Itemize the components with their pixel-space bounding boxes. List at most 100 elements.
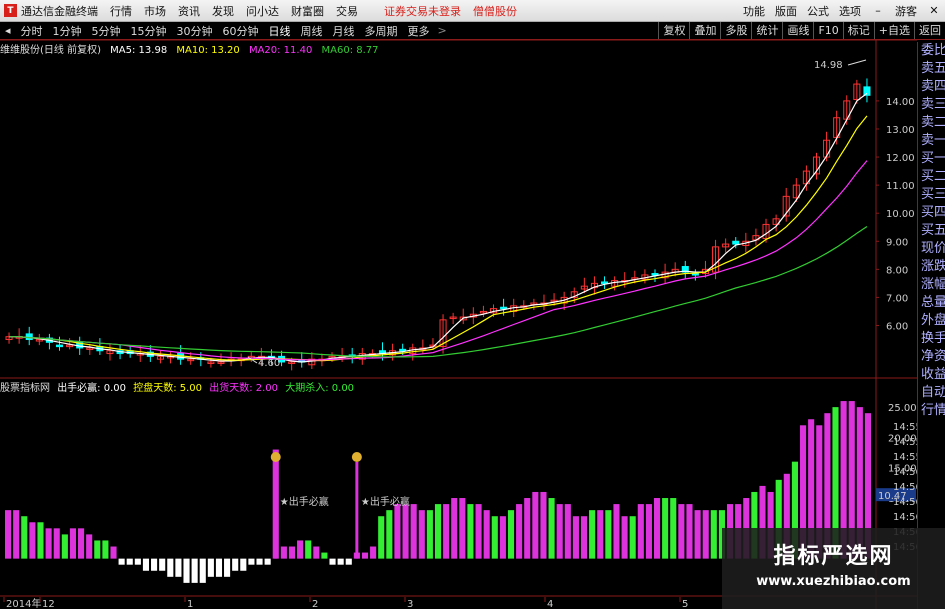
indicator-bar	[386, 510, 393, 559]
indicator-bar	[589, 510, 596, 559]
side-panel-item[interactable]: 净资	[918, 348, 945, 366]
ma20-line	[9, 160, 868, 361]
indicator-bar	[29, 522, 36, 559]
ma20-value: MA20: 11.40	[248, 45, 313, 56]
price-axis-label: 9.00	[886, 237, 908, 248]
time-list-item: 14:56	[893, 467, 917, 478]
indicator-bar	[459, 498, 466, 559]
side-panel-item[interactable]: 总量	[918, 294, 945, 312]
date-axis-label: 2014年	[6, 597, 41, 609]
indicator-bar	[597, 510, 604, 559]
time-list-item: 14:56	[893, 497, 917, 508]
money-bag-icon	[270, 452, 281, 462]
indicator-bar	[118, 558, 125, 565]
ma60-value: MA60: 8.77	[321, 45, 379, 56]
side-panel-item[interactable]: 卖四	[918, 78, 945, 96]
ma5-value: MA5: 13.98	[110, 45, 168, 56]
side-panel-item[interactable]: 涨跌	[918, 258, 945, 276]
side-panel-item[interactable]: 买一	[918, 150, 945, 168]
indicator-bar	[86, 534, 93, 559]
indicator-bar	[451, 498, 458, 559]
indicator-bar	[53, 528, 60, 559]
indicator-bar	[280, 546, 287, 559]
return-button[interactable]: 返回	[914, 22, 945, 39]
time-list-item: 14:55	[893, 452, 917, 463]
side-panel-item[interactable]: 收益	[918, 366, 945, 384]
side-panel-item[interactable]: 外盘	[918, 312, 945, 330]
price-axis-label: 10.00	[886, 209, 915, 220]
indicator-bar	[613, 504, 620, 559]
price-axis-label: 6.00	[886, 321, 908, 332]
price-axis-label: 11.00	[886, 181, 915, 192]
side-panel-item[interactable]: 自动	[918, 384, 945, 402]
indicator-bar	[394, 504, 401, 559]
indicator-bar	[151, 558, 158, 571]
indicator-bar	[102, 540, 109, 559]
indicator-bar	[572, 516, 579, 559]
indicator-bar	[321, 552, 328, 559]
indicator-bar	[686, 504, 693, 559]
indicator-bar	[159, 558, 166, 571]
indicator-bar	[370, 546, 377, 559]
side-panel-item[interactable]: 卖二	[918, 114, 945, 132]
indicator-bar	[653, 498, 661, 559]
side-panel-item[interactable]: 买四	[918, 204, 945, 222]
indicator-bar	[361, 552, 369, 559]
indicator-bar	[142, 558, 150, 571]
side-panel-item[interactable]: 买三	[918, 186, 945, 204]
time-list-item: 14:55	[893, 422, 917, 433]
side-panel-item[interactable]: 卖五	[918, 60, 945, 78]
indicator-bar	[499, 516, 506, 559]
indicator-bar	[191, 558, 198, 583]
stock-name: 维维股份(日线 前复权)	[0, 45, 101, 56]
side-panel-item[interactable]: 委比	[918, 42, 945, 60]
indicator-bar	[248, 558, 255, 565]
side-panel-item[interactable]: 行情	[918, 402, 945, 420]
indicator-bar	[256, 558, 263, 565]
watermark-url: www.xuezhibiao.com	[756, 574, 911, 589]
indicator-bar	[313, 546, 320, 559]
side-panel-item[interactable]: 卖一	[918, 132, 945, 150]
indicator-bar	[507, 510, 515, 559]
indicator-bar	[418, 510, 425, 559]
indicator-bar	[483, 510, 490, 559]
indicator-bar	[305, 540, 312, 559]
candle-body	[500, 306, 508, 310]
side-panel-item[interactable]: 卖三	[918, 96, 945, 114]
indicator-bar	[629, 516, 636, 559]
indicator-bar	[621, 516, 628, 559]
side-panel-item[interactable]: 买二	[918, 168, 945, 186]
indicator-bar	[215, 558, 223, 577]
indicator-bar	[199, 558, 206, 583]
indicator-bar	[110, 546, 117, 559]
indicator-bar	[378, 516, 385, 559]
indicator-bar	[183, 558, 190, 583]
indicator-bar	[426, 510, 433, 559]
indicator-v3: 出货天数: 2.00	[209, 383, 279, 394]
side-panel-item[interactable]: 换手	[918, 330, 945, 348]
high-price-pointer	[847, 59, 867, 66]
indicator-bar	[580, 516, 588, 559]
candle-body	[651, 273, 659, 276]
indicator-bar	[710, 510, 717, 559]
indicator-bar	[345, 558, 352, 565]
side-panel-item[interactable]: 涨幅	[918, 276, 945, 294]
signal-label: ★出手必赢	[361, 495, 410, 508]
indicator-bar	[207, 558, 214, 577]
indicator-bar	[69, 528, 77, 559]
ma10-value: MA10: 13.20	[176, 45, 240, 56]
quote-side-panel: 委比 卖五 卖四 卖三 卖二 卖一 买一 买二 买三 买四 买五 现价 涨跌 涨幅 总量 外盘 换手 净资 收益 自动…	[917, 42, 945, 609]
chart-canvas[interactable]: 14.00 13.00 12.00 11.00 10.00 9.00 8.00 7.00 6.0…	[0, 0, 917, 609]
indicator-bar	[670, 498, 677, 559]
price-axis-label: 8.00	[886, 265, 908, 276]
watermark-badge: 指标严选网 www.xuezhibiao.com	[722, 528, 945, 609]
side-panel-item[interactable]: 买五	[918, 222, 945, 240]
price-info-line: 维维股份(日线 前复权) MA5: 13.98 MA10: 13.20 MA20…	[0, 41, 385, 56]
indicator-bar	[5, 510, 12, 559]
indicator-bar	[61, 534, 68, 559]
close-icon[interactable]: ✕	[927, 4, 941, 17]
indicator-v2: 控盘天数: 5.00	[133, 383, 203, 394]
price-axis-label: 13.00	[886, 125, 915, 136]
side-panel-item[interactable]: 现价	[918, 240, 945, 258]
indicator-bar	[167, 558, 174, 577]
